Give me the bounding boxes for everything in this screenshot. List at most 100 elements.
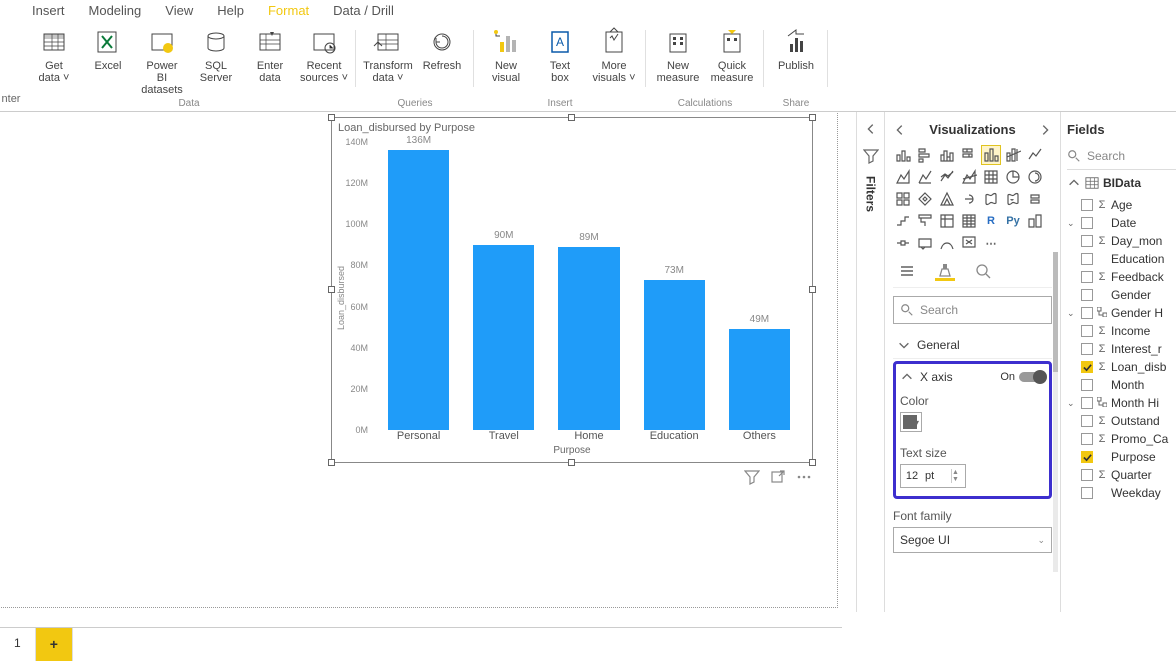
field-day-mon[interactable]: ΣDay_mon — [1067, 232, 1176, 250]
ribbon-btn-recent-sources-[interactable]: Recentsources ˅ — [298, 24, 350, 98]
viz-type-10[interactable] — [959, 167, 979, 187]
field-checkbox[interactable] — [1081, 235, 1093, 247]
collapse-chevron-icon[interactable] — [864, 122, 878, 136]
resize-handle-e[interactable] — [809, 286, 816, 293]
field-education[interactable]: Education — [1067, 250, 1176, 268]
field-checkbox[interactable] — [1081, 307, 1093, 319]
menu-tab-data-drill[interactable]: Data / Drill — [321, 1, 406, 20]
add-page-button[interactable]: + — [36, 628, 73, 661]
format-search[interactable]: Search — [893, 296, 1052, 324]
field-income[interactable]: ΣIncome — [1067, 322, 1176, 340]
focus-mode-icon[interactable] — [770, 469, 786, 488]
viz-type-7[interactable] — [893, 167, 913, 187]
field-purpose[interactable]: Purpose — [1067, 448, 1176, 466]
menu-tab-modeling[interactable]: Modeling — [77, 1, 154, 20]
collapse-chevron-icon[interactable] — [893, 123, 907, 137]
field-date[interactable]: ⌄Date — [1067, 214, 1176, 232]
viz-type-32[interactable]: ⋯ — [981, 233, 1001, 253]
expand-icon[interactable]: ⌄ — [1067, 308, 1077, 319]
viz-type-23[interactable] — [937, 211, 957, 231]
visualizations-scrollbar[interactable] — [1053, 252, 1058, 572]
expand-icon[interactable]: ⌄ — [1067, 218, 1077, 229]
expand-icon[interactable]: ⌄ — [1067, 398, 1077, 409]
ribbon-btn-enter-data[interactable]: Enterdata — [244, 24, 296, 98]
color-picker[interactable]: ▾ — [900, 412, 922, 432]
ribbon-btn-refresh[interactable]: Refresh — [416, 24, 468, 86]
viz-type-27[interactable] — [1025, 211, 1045, 231]
textsize-input[interactable]: 12 pt ▲▼ — [900, 464, 966, 488]
field-promo-ca[interactable]: ΣPromo_Ca — [1067, 430, 1176, 448]
viz-type-16[interactable] — [937, 189, 957, 209]
field-feedback[interactable]: ΣFeedback — [1067, 268, 1176, 286]
field-month[interactable]: Month — [1067, 376, 1176, 394]
field-checkbox[interactable] — [1081, 199, 1093, 211]
viz-type-4[interactable] — [981, 145, 1001, 165]
viz-type-29[interactable] — [915, 233, 935, 253]
scrollbar-thumb[interactable] — [1053, 252, 1058, 372]
field-checkbox[interactable] — [1081, 361, 1093, 373]
filters-pane-collapsed[interactable]: Filters — [856, 112, 884, 612]
field-checkbox[interactable] — [1081, 379, 1093, 391]
viz-type-31[interactable] — [959, 233, 979, 253]
field-gender[interactable]: Gender — [1067, 286, 1176, 304]
field-checkbox[interactable] — [1081, 271, 1093, 283]
bar-others[interactable]: 49M — [729, 329, 790, 430]
field-checkbox[interactable] — [1081, 343, 1093, 355]
ribbon-btn-quick-measure[interactable]: Quickmeasure — [706, 24, 758, 86]
format-section-xaxis[interactable]: X axis On — [900, 370, 1045, 384]
field-checkbox[interactable] — [1081, 415, 1093, 427]
viz-type-28[interactable] — [893, 233, 913, 253]
field-loan-disb[interactable]: ΣLoan_disb — [1067, 358, 1176, 376]
ribbon-btn-power-bi-datasets[interactable]: PowerBI datasets — [136, 24, 188, 98]
format-tab-icon[interactable] — [935, 261, 955, 281]
viz-type-22[interactable] — [915, 211, 935, 231]
fields-search[interactable]: Search — [1067, 145, 1176, 170]
resize-handle-ne[interactable] — [809, 114, 816, 121]
table-header[interactable]: BIData — [1067, 170, 1176, 196]
bar-travel[interactable]: 90M — [473, 245, 534, 430]
field-checkbox[interactable] — [1081, 289, 1093, 301]
viz-type-12[interactable] — [1003, 167, 1023, 187]
field-checkbox[interactable] — [1081, 451, 1093, 463]
ribbon-btn-more-visuals-[interactable]: Morevisuals ˅ — [588, 24, 640, 86]
spinner[interactable]: ▲▼ — [951, 469, 965, 483]
field-weekday[interactable]: Weekday — [1067, 484, 1176, 502]
xaxis-toggle[interactable]: On — [1000, 371, 1045, 383]
resize-handle-nw[interactable] — [328, 114, 335, 121]
chart-visual[interactable]: Loan_disbursed by Purpose Loan_disbursed… — [332, 118, 812, 462]
ribbon-btn-get-data-[interactable]: Getdata ˅ — [28, 24, 80, 98]
viz-type-11[interactable] — [981, 167, 1001, 187]
report-canvas[interactable]: Loan_disbursed by Purpose Loan_disbursed… — [0, 112, 856, 612]
viz-type-21[interactable] — [893, 211, 913, 231]
viz-type-17[interactable] — [959, 189, 979, 209]
viz-type-14[interactable] — [893, 189, 913, 209]
viz-type-2[interactable] — [937, 145, 957, 165]
filter-icon[interactable] — [744, 469, 760, 488]
menu-tab-view[interactable]: View — [153, 1, 205, 20]
field-age[interactable]: ΣAge — [1067, 196, 1176, 214]
ribbon-btn-sql-server[interactable]: SQLServer — [190, 24, 242, 98]
viz-type-20[interactable] — [1025, 189, 1045, 209]
fields-tab-icon[interactable] — [897, 261, 917, 281]
menu-tab-format[interactable]: Format — [256, 1, 321, 20]
viz-type-24[interactable] — [959, 211, 979, 231]
ribbon-btn-text-box[interactable]: ATextbox — [534, 24, 586, 86]
ribbon-btn-publish[interactable]: Publish — [770, 24, 822, 74]
viz-type-6[interactable] — [1025, 145, 1045, 165]
viz-type-15[interactable] — [915, 189, 935, 209]
field-checkbox[interactable] — [1081, 325, 1093, 337]
field-quarter[interactable]: ΣQuarter — [1067, 466, 1176, 484]
field-checkbox[interactable] — [1081, 469, 1093, 481]
viz-type-13[interactable] — [1025, 167, 1045, 187]
viz-type-30[interactable] — [937, 233, 957, 253]
viz-type-18[interactable] — [981, 189, 1001, 209]
page-tab-1[interactable]: 1 — [0, 628, 36, 661]
field-checkbox[interactable] — [1081, 217, 1093, 229]
resize-handle-n[interactable] — [568, 114, 575, 121]
ribbon-btn-new-visual[interactable]: Newvisual — [480, 24, 532, 86]
viz-type-25[interactable]: R — [981, 211, 1001, 231]
viz-type-8[interactable] — [915, 167, 935, 187]
viz-type-3[interactable] — [959, 145, 979, 165]
menu-tab-help[interactable]: Help — [205, 1, 256, 20]
menu-tab-insert[interactable]: Insert — [20, 1, 77, 20]
